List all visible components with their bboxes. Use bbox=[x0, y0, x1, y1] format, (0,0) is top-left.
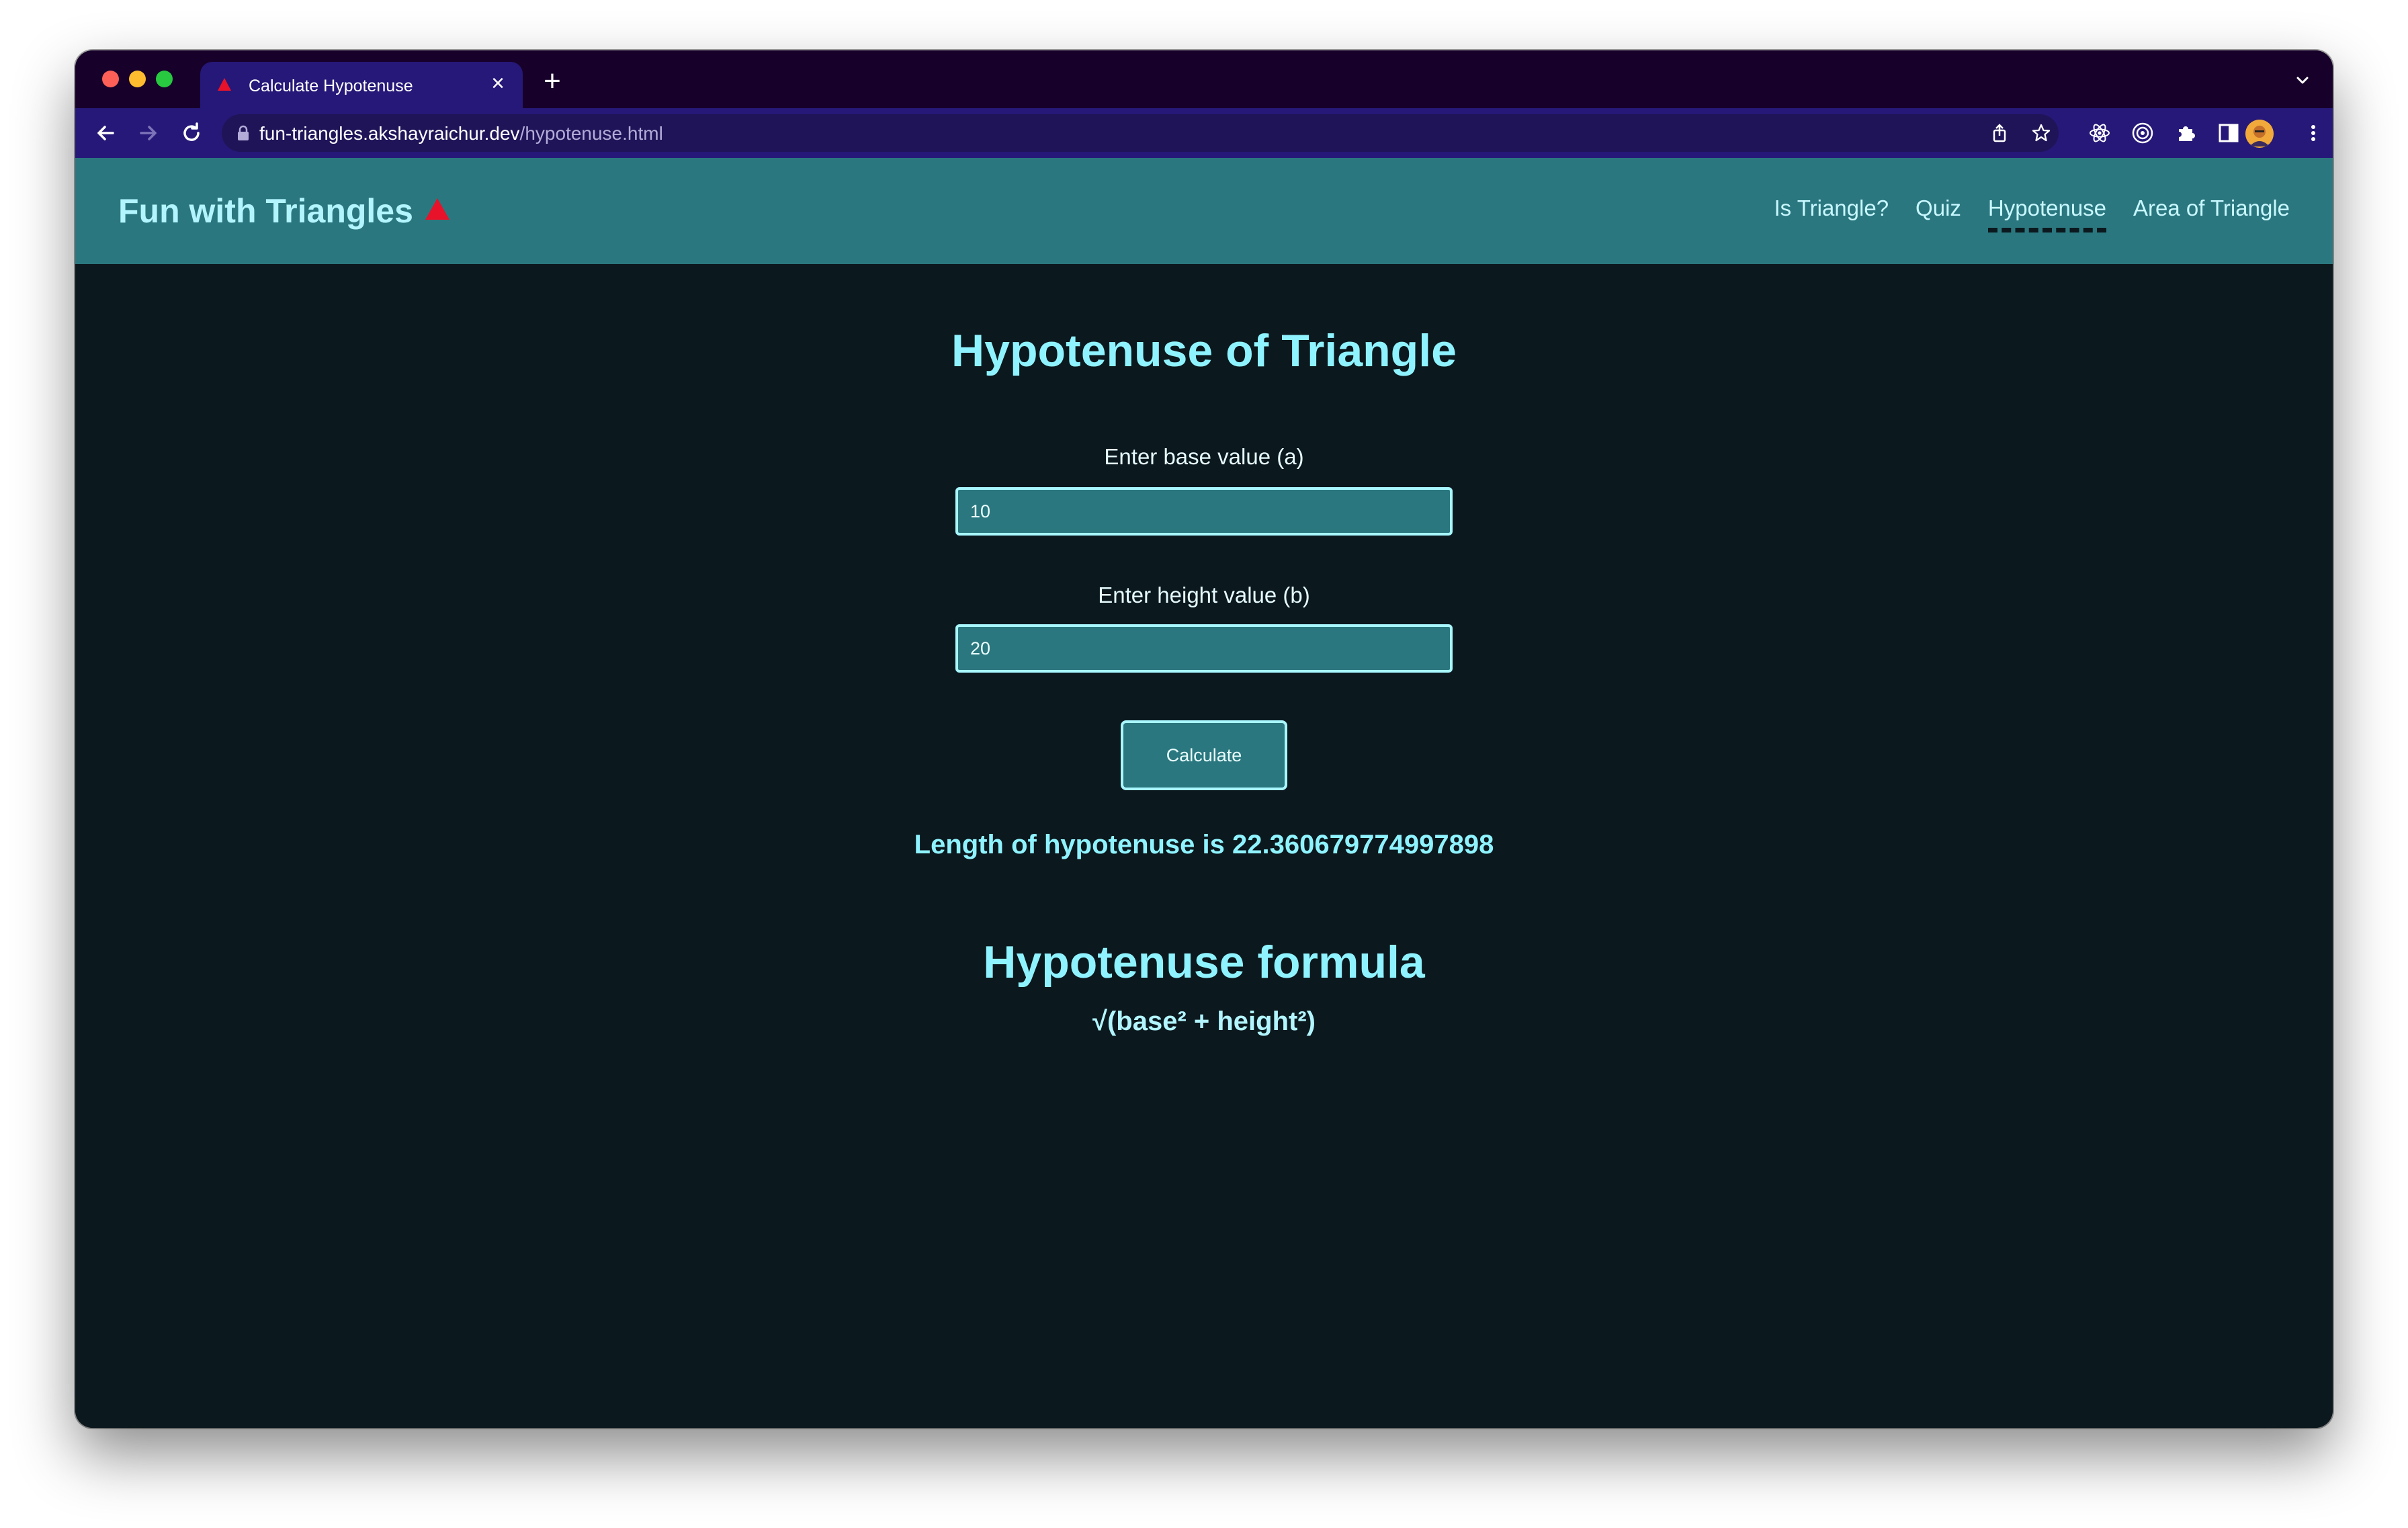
tab-search-chevron-icon[interactable] bbox=[2292, 71, 2313, 91]
url-domain: fun-triangles.akshayraichur.dev bbox=[259, 123, 520, 144]
back-arrow-icon[interactable] bbox=[93, 120, 118, 146]
more-menu-icon[interactable] bbox=[2302, 122, 2325, 144]
tab-close-icon[interactable]: × bbox=[486, 71, 510, 95]
base-value-label: Enter base value (a) bbox=[1104, 444, 1304, 469]
extension-target-icon[interactable] bbox=[2131, 122, 2154, 144]
extensions-puzzle-icon[interactable] bbox=[2174, 122, 2197, 144]
site-header: Fun with Triangles Is Triangle? Quiz Hyp… bbox=[75, 158, 2333, 264]
site-brand[interactable]: Fun with Triangles bbox=[118, 192, 449, 230]
address-bar[interactable]: fun-triangles.akshayraichur.dev/hypotenu… bbox=[222, 114, 2059, 152]
tab-title: Calculate Hypotenuse bbox=[249, 77, 413, 95]
share-icon[interactable] bbox=[1989, 122, 2010, 144]
nav-link-hypotenuse[interactable]: Hypotenuse bbox=[1987, 196, 2107, 232]
minimize-window-button[interactable] bbox=[129, 71, 146, 87]
close-window-button[interactable] bbox=[102, 71, 119, 87]
maximize-window-button[interactable] bbox=[156, 71, 173, 87]
reload-icon[interactable] bbox=[179, 120, 204, 146]
main-nav: Is Triangle? Quiz Hypotenuse Area of Tri… bbox=[1774, 196, 2290, 232]
page-title: Hypotenuse of Triangle bbox=[951, 325, 1457, 376]
base-value-input[interactable]: 10 bbox=[955, 487, 1453, 536]
nav-link-area-of-triangle[interactable]: Area of Triangle bbox=[2133, 196, 2290, 232]
profile-avatar[interactable] bbox=[2245, 120, 2274, 148]
formula-heading: Hypotenuse formula bbox=[983, 937, 1425, 988]
url-text: fun-triangles.akshayraichur.dev/hypotenu… bbox=[259, 123, 663, 144]
browser-tab-active[interactable]: Calculate Hypotenuse × bbox=[200, 62, 523, 108]
hypotenuse-result: Length of hypotenuse is 22.3606797749978… bbox=[914, 830, 1494, 859]
side-panel-icon[interactable] bbox=[2217, 122, 2240, 144]
main-content: Hypotenuse of Triangle Enter base value … bbox=[75, 264, 2333, 1428]
react-devtools-icon[interactable] bbox=[2088, 122, 2111, 144]
calculate-button[interactable]: Calculate bbox=[1121, 720, 1287, 790]
triangle-favicon-icon bbox=[218, 78, 231, 91]
browser-window: Calculate Hypotenuse × + fun-triangles.a… bbox=[75, 50, 2333, 1428]
height-value-label: Enter height value (b) bbox=[1098, 583, 1310, 607]
tab-strip: Calculate Hypotenuse × + bbox=[75, 50, 2333, 108]
bookmark-star-icon[interactable] bbox=[2030, 122, 2052, 144]
profile-avatar-image bbox=[2245, 120, 2274, 148]
nav-link-is-triangle[interactable]: Is Triangle? bbox=[1774, 196, 1889, 232]
brand-text: Fun with Triangles bbox=[118, 192, 413, 230]
height-value-input[interactable]: 20 bbox=[955, 624, 1453, 673]
new-tab-button[interactable]: + bbox=[539, 67, 566, 96]
nav-link-quiz[interactable]: Quiz bbox=[1916, 196, 1961, 232]
triangle-logo-icon bbox=[425, 198, 449, 220]
lock-icon bbox=[238, 125, 249, 140]
url-path: /hypotenuse.html bbox=[519, 123, 663, 144]
browser-toolbar: fun-triangles.akshayraichur.dev/hypotenu… bbox=[75, 108, 2333, 158]
forward-arrow-icon[interactable] bbox=[136, 120, 161, 146]
formula-text: √(base² + height²) bbox=[1092, 1007, 1316, 1036]
